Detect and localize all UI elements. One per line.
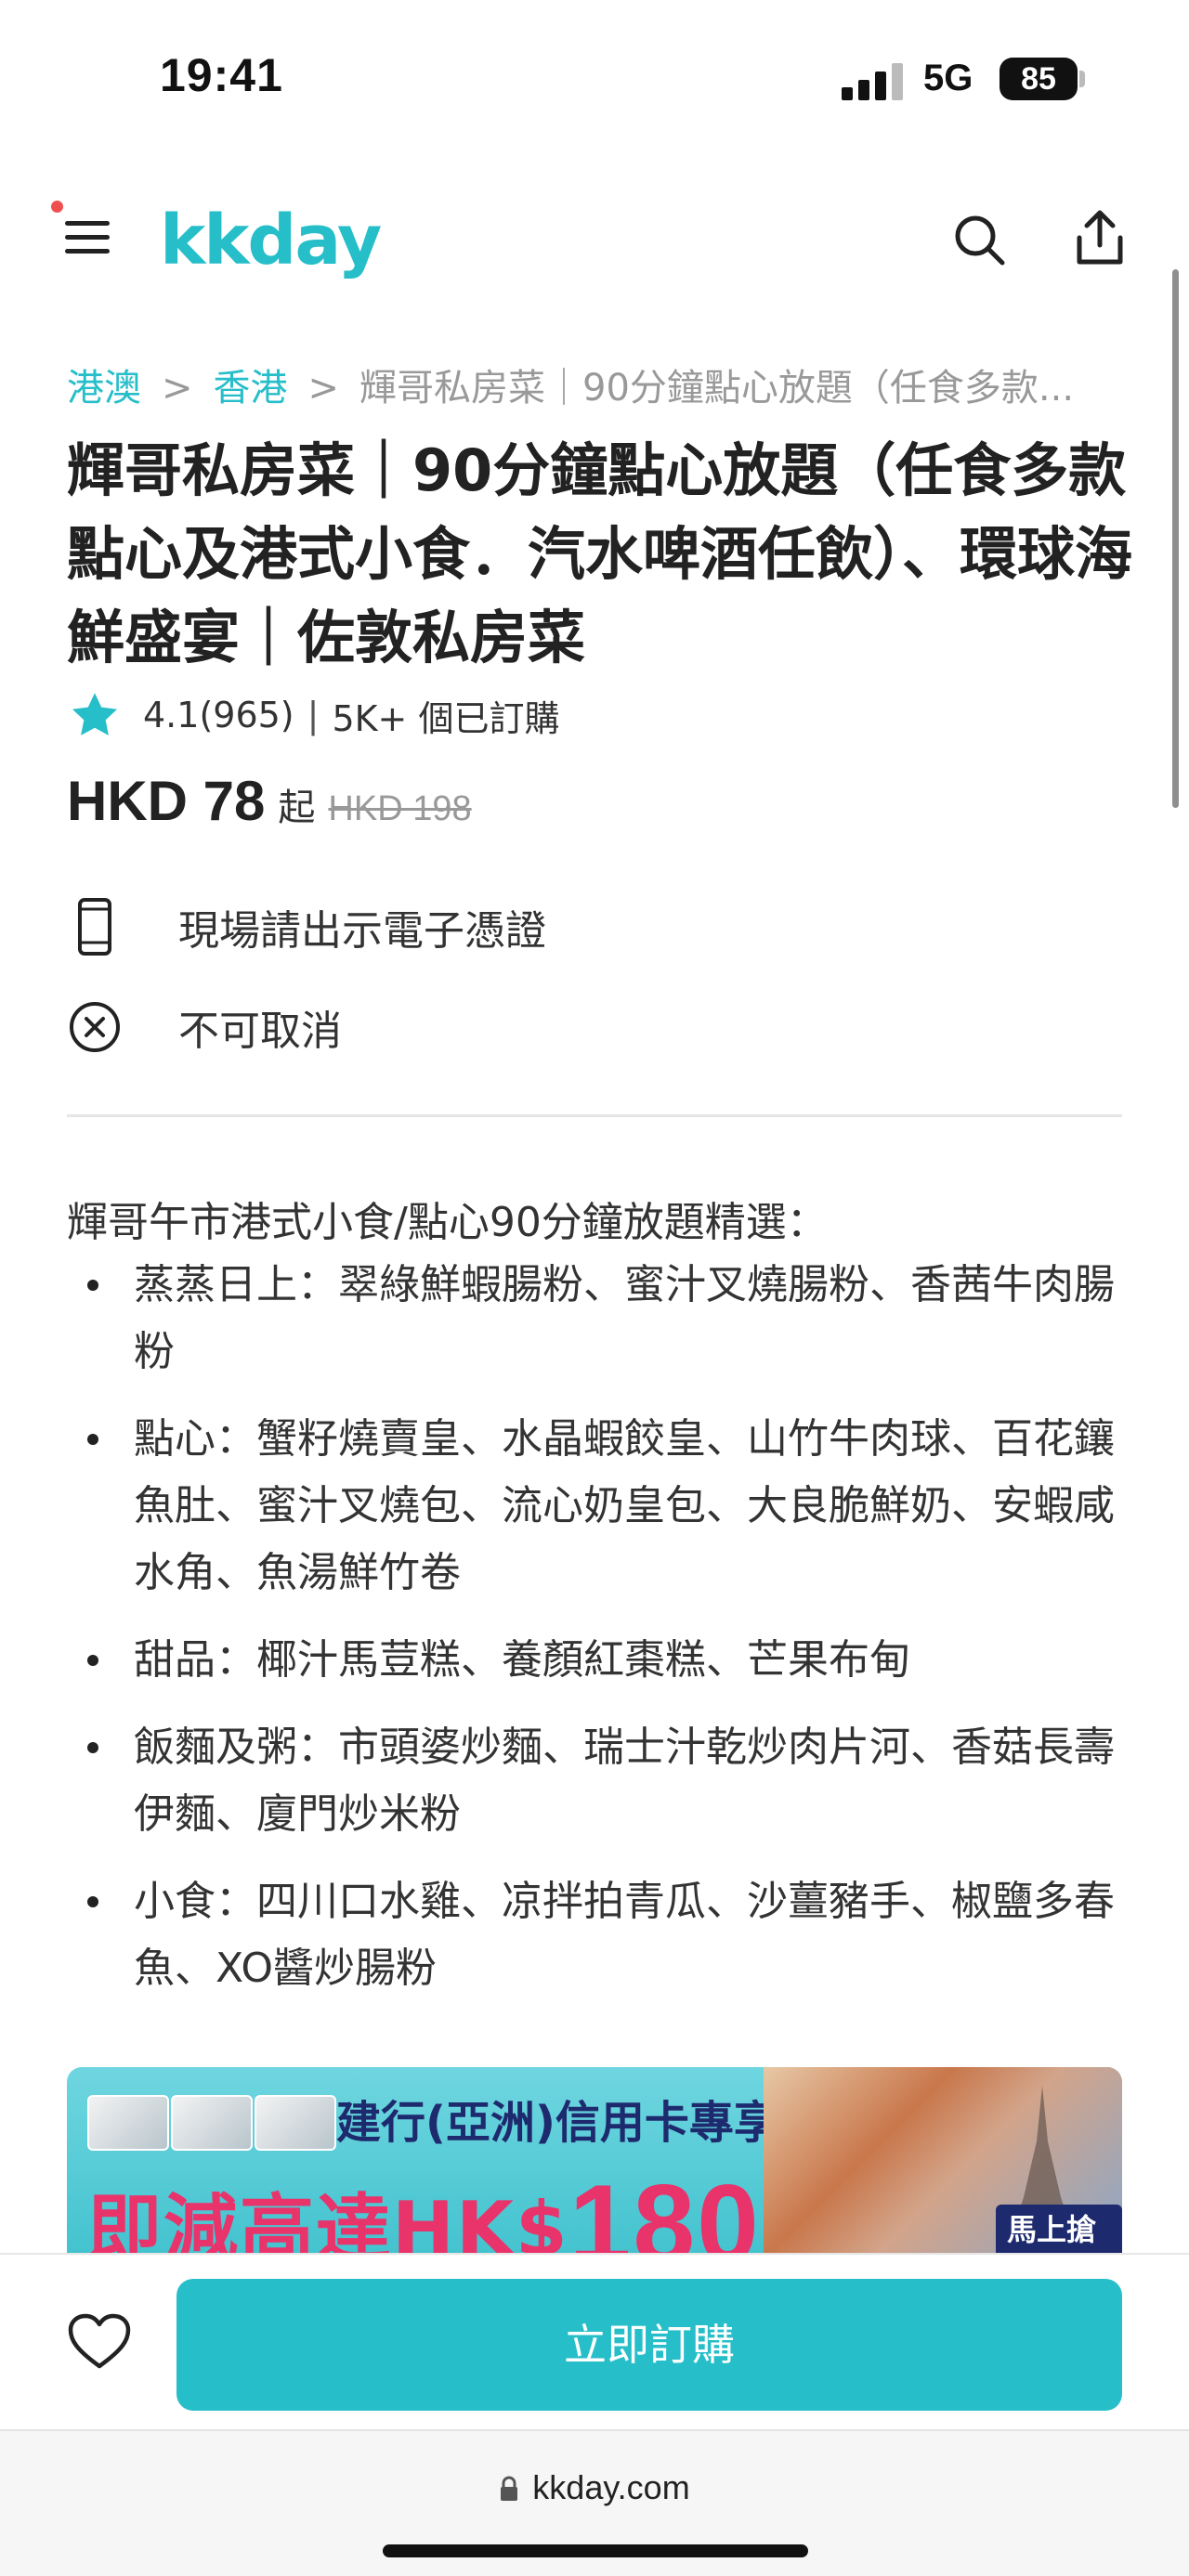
banner-offer: 即減高達HK$180 (87, 2153, 761, 2253)
network-label: 5G (923, 58, 973, 98)
price-row: HKD 78 起 HKD 198 (67, 769, 472, 843)
browser-url-bar[interactable]: kkday.com (0, 2429, 1189, 2576)
banner-offer-prefix: 即減高達HK$ (87, 2186, 569, 2253)
feature-no-cancel: 不可取消 (67, 990, 342, 1064)
heart-icon[interactable] (67, 2312, 132, 2372)
kkday-logo[interactable]: kkday (160, 201, 382, 280)
notification-dot (51, 201, 63, 213)
lock-icon (501, 2476, 518, 2501)
battery-tip (1079, 71, 1085, 87)
bottom-action-bar: 立即訂購 (0, 2253, 1189, 2429)
price-suffix: 起 (278, 787, 316, 829)
divider (67, 1114, 1122, 1117)
list-item: 蒸蒸日上：翠綠鮮蝦腸粉、蜜汁叉燒腸粉、香茜牛肉腸粉 (67, 1252, 1135, 1386)
book-now-button[interactable]: 立即訂購 (176, 2279, 1122, 2411)
home-indicator[interactable] (383, 2544, 808, 2557)
share-icon[interactable] (1072, 208, 1128, 267)
feature-label: 不可取消 (178, 1008, 342, 1055)
booked-count: 5K+ 個已訂購 (332, 697, 560, 739)
search-icon[interactable] (951, 212, 1007, 267)
rating-row: 4.1 (965) | 5K+ 個已訂購 (67, 687, 559, 743)
current-price: HKD 78 (67, 770, 266, 832)
product-title: 輝哥私房菜｜90分鐘點心放題（任食多款點心及港式小食．汽水啤酒任飲）、環球海鮮盛… (67, 436, 1133, 671)
original-price: HKD 198 (328, 789, 472, 828)
star-icon (72, 693, 118, 735)
url-display[interactable]: kkday.com (0, 2468, 1189, 2507)
review-count[interactable]: (965) (199, 695, 294, 735)
rating-separator: | (307, 695, 320, 735)
feature-label: 現場請出示電子憑證 (178, 907, 546, 955)
chevron-right-icon: > (162, 367, 193, 410)
description-intro: 輝哥午市港式小食/點心90分鐘放題精選： (67, 1199, 828, 1246)
promo-banner[interactable]: 建行(亞洲)信用卡專享 即減高達HK$180 馬上搶購 (67, 2067, 1122, 2253)
breadcrumb-current: 輝哥私房菜｜90分鐘點心放題（任食多款... (359, 367, 1075, 410)
feature-e-voucher: 現場請出示電子憑證 (67, 890, 546, 964)
cancel-icon (70, 1002, 120, 1052)
breadcrumb-city[interactable]: 香港 (214, 367, 288, 410)
url-text: kkday.com (532, 2468, 690, 2506)
banner-offer-amount: 180 (568, 2162, 761, 2253)
breadcrumb-region[interactable]: 港澳 (67, 367, 141, 410)
banner-cta-button[interactable]: 馬上搶購 (996, 2205, 1122, 2253)
list-item: 小食：四川口水雞、凉拌拍青瓜、沙薑豬手、椒鹽多春魚、XO醬炒腸粉 (67, 1868, 1135, 2002)
site-header: kkday (0, 186, 1189, 297)
menu-icon[interactable] (65, 219, 110, 256)
breadcrumb: 港澳 > 香港 > 輝哥私房菜｜90分鐘點心放題（任食多款... (67, 358, 1126, 413)
list-item: 飯麵及粥：市頭婆炒麵、瑞士汁乾炒肉片河、香菇長壽伊麵、廈門炒米粉 (67, 1714, 1135, 1848)
list-item: 點心：蟹籽燒賣皇、水晶蝦餃皇、山竹牛肉球、百花鑲魚肚、蜜汁叉燒包、流心奶皇包、大… (67, 1406, 1135, 1607)
scrollbar[interactable] (1172, 269, 1179, 808)
chevron-right-icon: > (307, 367, 340, 410)
list-item: 甜品：椰汁馬荳糕、養顏紅棗糕、芒果布甸 (67, 1627, 1135, 1694)
description-list: 蒸蒸日上：翠綠鮮蝦腸粉、蜜汁叉燒腸粉、香茜牛肉腸粉 點心：蟹籽燒賣皇、水晶蝦餃皇… (67, 1252, 1135, 2023)
banner-headline: 建行(亞洲)信用卡專享 (336, 2097, 778, 2149)
rating-score: 4.1 (143, 695, 200, 735)
status-time: 19:41 (160, 49, 283, 101)
battery-icon: 85 (1000, 58, 1078, 100)
credit-cards-image (87, 2095, 366, 2160)
signal-icon (842, 61, 907, 100)
status-bar: 19:41 5G 85 (0, 0, 1189, 163)
phone-icon (78, 898, 111, 956)
